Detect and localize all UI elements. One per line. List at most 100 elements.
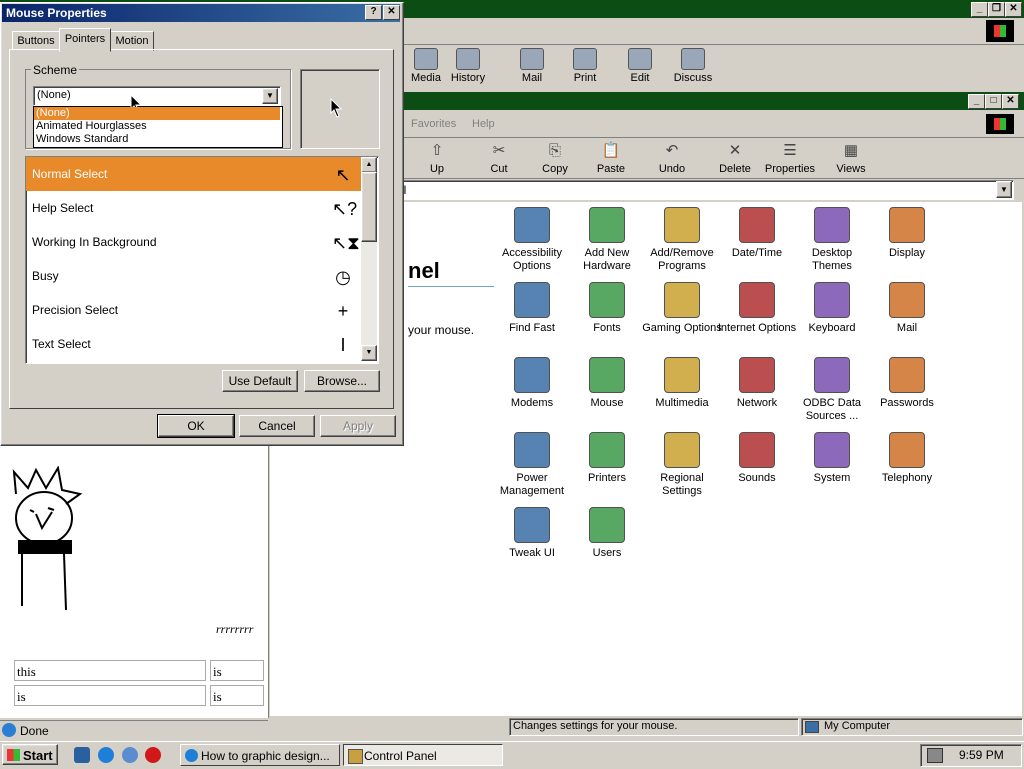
cp-item-tweak-ui[interactable]: Tweak UI — [492, 507, 572, 560]
add-remove-programs-icon — [664, 207, 700, 243]
cp-tool-properties[interactable]: ☰ Properties — [762, 141, 818, 175]
pointer-row[interactable]: Working In Background ↖⧗ — [26, 225, 362, 259]
scheme-option[interactable]: (None) — [34, 107, 280, 120]
accessibility-icon — [514, 207, 550, 243]
outer-tool-discuss[interactable]: Discuss — [665, 48, 721, 84]
outer-tool-label: Discuss — [673, 72, 713, 84]
scheme-option[interactable]: Windows Standard — [34, 133, 280, 146]
cp-menu-help[interactable]: Help — [472, 118, 495, 130]
cp-item-label: Printers — [588, 472, 626, 484]
outer-tool-edit[interactable]: Edit — [612, 48, 668, 84]
cp-item-passwords[interactable]: Passwords — [867, 357, 947, 410]
ok-button[interactable]: OK — [157, 414, 235, 438]
outer-tool-mail[interactable]: Mail — [504, 48, 560, 84]
cp-item-gaming-options[interactable]: Gaming Options — [642, 282, 722, 335]
cp-close-button[interactable]: ✕ — [1002, 94, 1019, 109]
power-management-icon — [514, 432, 550, 468]
cp-item-users[interactable]: Users — [567, 507, 647, 560]
outer-tool-print[interactable]: Print — [557, 48, 613, 84]
pointer-row[interactable]: Normal Select ↖ — [26, 157, 362, 191]
tab-buttons[interactable]: Buttons — [12, 31, 60, 51]
cp-tool-label: Properties — [764, 163, 816, 175]
cp-tool-paste[interactable]: 📋 Paste — [583, 141, 639, 175]
pointer-glyph-icon: + — [337, 301, 349, 321]
outer-close-button[interactable]: ✕ — [1005, 2, 1022, 17]
outer-tool-label: Print — [573, 72, 597, 84]
pointer-row[interactable]: Text Select I — [26, 327, 362, 361]
cp-item-add-remove-programs[interactable]: Add/Remove Programs — [642, 207, 722, 273]
cp-item-label: Find Fast — [509, 322, 555, 334]
cp-minimize-button[interactable]: _ — [968, 94, 985, 109]
cp-item-regional-settings[interactable]: Regional Settings — [642, 432, 722, 498]
task-control-panel[interactable]: Control Panel — [343, 744, 503, 766]
cp-tool-views[interactable]: ▦ Views — [823, 141, 879, 175]
outer-tool-label: History — [450, 72, 486, 84]
start-button[interactable]: Start — [2, 744, 58, 765]
edit-icon — [628, 48, 652, 70]
start-label: Start — [23, 748, 53, 763]
outer-restore-button[interactable]: ❐ — [988, 2, 1005, 17]
cp-item-accessibility[interactable]: Accessibility Options — [492, 207, 572, 273]
browse-button[interactable]: Browse... — [304, 370, 380, 392]
cp-item-modems[interactable]: Modems — [492, 357, 572, 410]
cp-item-date-time[interactable]: Date/Time — [717, 207, 797, 260]
scheme-option[interactable]: Animated Hourglasses — [34, 120, 280, 133]
cp-item-find-fast[interactable]: Find Fast — [492, 282, 572, 335]
channels-icon[interactable] — [122, 747, 138, 763]
use-default-button[interactable]: Use Default — [222, 370, 298, 392]
scroll-up-button[interactable]: ▲ — [361, 157, 377, 173]
tab-motion[interactable]: Motion — [110, 31, 154, 51]
cp-item-printers[interactable]: Printers — [567, 432, 647, 485]
ie-icon[interactable] — [98, 747, 114, 763]
cp-item-odbc[interactable]: ODBC Data Sources ... — [792, 357, 872, 423]
cp-item-network[interactable]: Network — [717, 357, 797, 410]
scroll-down-button[interactable]: ▼ — [361, 345, 377, 361]
tab-pointers[interactable]: Pointers — [59, 28, 111, 52]
pointer-glyph-icon: I — [340, 335, 346, 355]
cp-item-keyboard[interactable]: Keyboard — [792, 282, 872, 335]
cancel-button[interactable]: Cancel — [239, 415, 315, 437]
passwords-icon — [889, 357, 925, 393]
add-hardware-icon — [589, 207, 625, 243]
dialog-help-button[interactable]: ? — [365, 5, 382, 20]
cp-item-desktop-themes[interactable]: Desktop Themes — [792, 207, 872, 273]
pointer-row[interactable]: Busy ◷ — [26, 259, 362, 293]
display-settings-icon[interactable] — [927, 748, 943, 763]
cp-item-system[interactable]: System — [792, 432, 872, 485]
cp-item-mouse[interactable]: Mouse — [567, 357, 647, 410]
cp-maximize-button[interactable]: □ — [985, 94, 1002, 109]
cp-item-power-management[interactable]: Power Management — [492, 432, 572, 498]
cp-tool-cut[interactable]: ✂ Cut — [471, 141, 527, 175]
display-icon — [889, 207, 925, 243]
cp-item-internet-options[interactable]: Internet Options — [717, 282, 797, 335]
opera-icon[interactable] — [145, 747, 161, 763]
scroll-thumb[interactable] — [361, 172, 377, 242]
cp-tool-up[interactable]: ⇧ Up — [409, 141, 465, 175]
sounds-icon — [739, 432, 775, 468]
cp-item-display[interactable]: Display — [867, 207, 947, 260]
scheme-select[interactable]: (None) — [33, 86, 281, 106]
dialog-close-button[interactable]: ✕ — [383, 5, 400, 20]
desktop-icon[interactable] — [74, 747, 90, 763]
cp-tool-undo[interactable]: ↶ Undo — [644, 141, 700, 175]
cp-tool-delete[interactable]: ✕ Delete — [707, 141, 763, 175]
cp-item-add-hardware[interactable]: Add New Hardware — [567, 207, 647, 273]
cp-menu-favorites[interactable]: Favorites — [411, 118, 456, 130]
cp-item-telephony[interactable]: Telephony — [867, 432, 947, 485]
outer-tool-history[interactable]: History — [440, 48, 496, 84]
cp-item-sounds[interactable]: Sounds — [717, 432, 797, 485]
apply-button[interactable]: Apply — [320, 415, 396, 437]
pointer-row[interactable]: Help Select ↖? — [26, 191, 362, 225]
pointer-row[interactable]: Precision Select + — [26, 293, 362, 327]
cp-item-multimedia[interactable]: Multimedia — [642, 357, 722, 410]
clock[interactable]: 9:59 PM — [959, 748, 1004, 762]
pointer-label: Help Select — [32, 201, 94, 215]
cp-item-mail[interactable]: Mail — [867, 282, 947, 335]
cp-status-zone-pane: My Computer — [801, 718, 1023, 736]
cp-tool-copy[interactable]: ⎘ Copy — [527, 141, 583, 175]
task-browser[interactable]: How to graphic design... — [180, 744, 340, 766]
address-dropdown-button[interactable]: ▼ — [996, 181, 1012, 198]
outer-minimize-button[interactable]: _ — [971, 2, 988, 17]
chevron-down-icon[interactable]: ▼ — [262, 88, 278, 104]
cp-item-fonts[interactable]: Fonts — [567, 282, 647, 335]
